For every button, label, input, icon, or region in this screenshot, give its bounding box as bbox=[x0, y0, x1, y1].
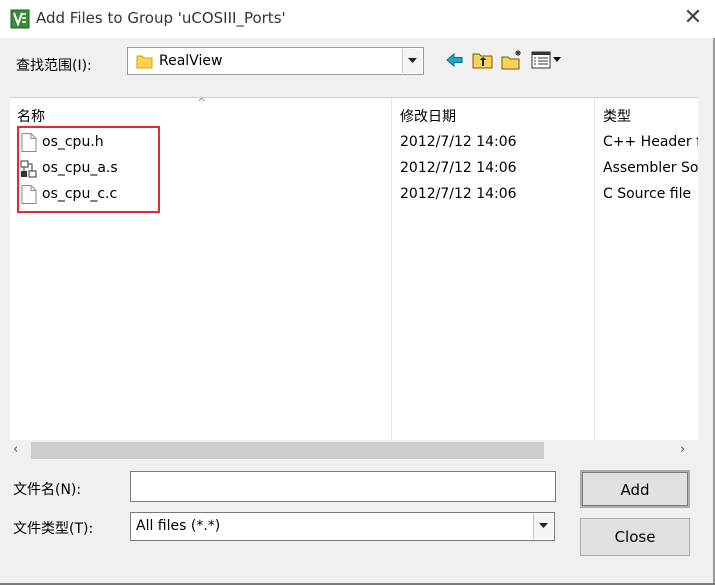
add-button[interactable]: Add bbox=[580, 470, 690, 508]
keil-app-icon bbox=[10, 9, 30, 29]
file-modified: 2012/7/12 14:06 bbox=[400, 134, 517, 150]
scroll-left-icon[interactable]: ‹ bbox=[13, 442, 18, 457]
view-menu-icon[interactable] bbox=[530, 48, 566, 72]
scrollbar-thumb[interactable] bbox=[31, 442, 544, 459]
file-type: Assembler Sou bbox=[603, 160, 698, 176]
column-header-modified[interactable]: 修改日期 bbox=[400, 106, 456, 126]
file-type: C Source file bbox=[603, 186, 692, 202]
look-in-label: 查找范围(I): bbox=[16, 58, 92, 74]
file-type-value: All files (*.*) bbox=[136, 518, 221, 534]
file-type-label: 文件类型(T): bbox=[13, 521, 94, 537]
window-title: Add Files to Group 'uCOSIII_Ports' bbox=[36, 9, 286, 27]
title-bar[interactable]: Add Files to Group 'uCOSIII_Ports' ✕ bbox=[0, 0, 715, 38]
look-in-dropdown[interactable]: RealView bbox=[127, 47, 424, 75]
dropdown-arrow-icon[interactable] bbox=[533, 514, 553, 539]
file-name-label: 文件名(N): bbox=[13, 482, 82, 498]
column-header-name[interactable]: 名称 bbox=[17, 106, 45, 126]
highlight-box bbox=[17, 126, 160, 213]
up-folder-icon[interactable] bbox=[471, 48, 495, 72]
column-divider[interactable] bbox=[594, 98, 595, 441]
scroll-right-icon[interactable]: › bbox=[680, 442, 685, 457]
back-arrow-icon[interactable] bbox=[443, 48, 467, 72]
file-name-input[interactable] bbox=[130, 471, 556, 502]
close-button[interactable]: Close bbox=[580, 518, 690, 556]
file-type: C++ Header f bbox=[603, 134, 698, 150]
file-list[interactable]: 名称 ^ 修改日期 类型 os_cpu.h 2012/7/12 14:06 C+… bbox=[10, 96, 698, 441]
new-folder-icon[interactable] bbox=[500, 48, 524, 72]
look-in-value: RealView bbox=[159, 53, 223, 69]
close-icon[interactable]: ✕ bbox=[678, 4, 708, 34]
folder-icon bbox=[136, 53, 153, 69]
file-modified: 2012/7/12 14:06 bbox=[400, 186, 517, 202]
dropdown-arrow-icon[interactable] bbox=[402, 49, 422, 73]
column-divider[interactable] bbox=[391, 98, 392, 441]
file-type-dropdown[interactable]: All files (*.*) bbox=[130, 512, 555, 541]
file-modified: 2012/7/12 14:06 bbox=[400, 160, 517, 176]
horizontal-scrollbar[interactable]: ‹ › bbox=[10, 440, 698, 461]
sort-indicator-icon: ^ bbox=[197, 96, 207, 109]
column-header-type[interactable]: 类型 bbox=[603, 106, 631, 126]
